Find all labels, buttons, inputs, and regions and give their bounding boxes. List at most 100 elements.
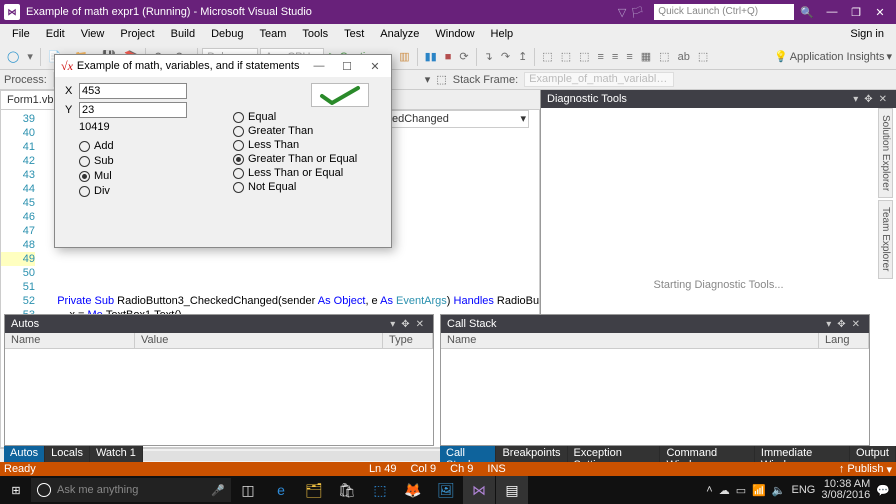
radio-lt[interactable]: Less Than — [233, 139, 357, 151]
solution-explorer-tab[interactable]: Solution Explorer — [878, 108, 893, 198]
team-explorer-tab[interactable]: Team Explorer — [878, 200, 893, 278]
tray-cloud-icon[interactable]: ☁ — [719, 484, 730, 497]
form-titlebar[interactable]: √x Example of math, variables, and if st… — [55, 55, 391, 77]
radio-gt[interactable]: Greater Than — [233, 125, 357, 137]
form-maximize-button[interactable]: ☐ — [333, 60, 361, 73]
menu-project[interactable]: Project — [112, 26, 162, 42]
title-flag-icon[interactable]: ▽ — [618, 6, 626, 19]
menu-build[interactable]: Build — [163, 26, 203, 42]
stackframe-combo[interactable]: Example_of_math_variables_and_if_statem — [524, 72, 674, 87]
sign-in-link[interactable]: Sign in — [842, 26, 892, 42]
tool-d[interactable]: ≡ — [595, 50, 607, 64]
notification-icon[interactable]: 🏳 — [630, 6, 644, 19]
menu-tools[interactable]: Tools — [294, 26, 336, 42]
menu-test[interactable]: Test — [336, 26, 372, 42]
minimize-button[interactable]: — — [820, 6, 844, 18]
radio-neq[interactable]: Not Equal — [233, 181, 357, 193]
callstack-pin-icon[interactable]: ✥ — [834, 319, 848, 330]
menu-edit[interactable]: Edit — [38, 26, 73, 42]
radio-equal[interactable]: Equal — [233, 111, 357, 123]
tray-clock[interactable]: 10:38 AM 3/08/2016 — [821, 479, 870, 501]
autos-col-type[interactable]: Type — [383, 333, 433, 348]
start-button[interactable]: ⊞ — [2, 476, 30, 504]
tab-immediate-window[interactable]: Immediate Window — [755, 446, 850, 462]
tool-b[interactable]: ⬚ — [558, 49, 574, 64]
tray-wifi-icon[interactable]: 📶 — [752, 484, 766, 497]
tool-e[interactable]: ≡ — [609, 50, 621, 64]
vs-taskbar-icon[interactable]: ⋈ — [463, 476, 495, 504]
tray-lang[interactable]: ENG — [792, 484, 816, 496]
pause-button[interactable]: ▮▮ — [422, 49, 440, 64]
tab-output[interactable]: Output — [850, 446, 896, 462]
autos-pin-icon[interactable]: ✥ — [398, 319, 412, 330]
tray-chevron-icon[interactable]: ˄ — [706, 484, 712, 496]
tab-watch1[interactable]: Watch 1 — [90, 446, 143, 462]
store-icon[interactable]: 🛍 — [331, 476, 363, 504]
menu-view[interactable]: View — [73, 26, 113, 42]
diag-pin-icon[interactable]: ✥ — [861, 94, 875, 105]
nav-forward-button[interactable]: ▾ — [24, 49, 36, 64]
form-minimize-button[interactable]: — — [305, 60, 333, 72]
close-button[interactable]: ✕ — [868, 6, 892, 19]
tool-i[interactable]: ab — [675, 50, 693, 64]
tool-j[interactable]: ⬚ — [695, 49, 711, 64]
menu-analyze[interactable]: Analyze — [372, 26, 427, 42]
menu-window[interactable]: Window — [427, 26, 482, 42]
step-config-button[interactable]: ▥ — [396, 49, 412, 64]
tool-a[interactable]: ⬚ — [539, 49, 555, 64]
edge-icon[interactable]: e — [265, 476, 297, 504]
application-insights-button[interactable]: 💡 Application Insights ▾ — [774, 50, 892, 63]
form-close-button[interactable]: ✕ — [361, 60, 389, 73]
tool-g[interactable]: ▦ — [638, 49, 654, 64]
tab-locals[interactable]: Locals — [45, 446, 90, 462]
action-center-icon[interactable]: 💬 — [876, 484, 890, 497]
nav-back-button[interactable]: ◯ — [4, 49, 22, 64]
diag-dropdown-icon[interactable]: ▾ — [850, 94, 861, 105]
menu-help[interactable]: Help — [483, 26, 522, 42]
callstack-close-icon[interactable]: ✕ — [849, 319, 863, 330]
stop-button[interactable]: ■ — [442, 50, 455, 64]
tool-f[interactable]: ≡ — [623, 50, 635, 64]
tool-c[interactable]: ⬚ — [576, 49, 592, 64]
menu-debug[interactable]: Debug — [203, 26, 251, 42]
member-dropdown[interactable]: edChanged ▾ — [389, 110, 529, 128]
task-view-icon[interactable]: ◫ — [232, 476, 264, 504]
autos-close-icon[interactable]: ✕ — [413, 319, 427, 330]
menu-file[interactable]: File — [4, 26, 38, 42]
tray-volume-icon[interactable]: 🔈 — [772, 484, 786, 497]
radio-add[interactable]: Add — [79, 140, 187, 152]
explorer-icon[interactable]: 🗂 — [298, 476, 330, 504]
step-out-button[interactable]: ↥ — [515, 49, 530, 64]
tab-breakpoints[interactable]: Breakpoints — [496, 446, 567, 462]
mic-icon[interactable]: 🎤 — [211, 484, 225, 497]
x-input[interactable] — [79, 83, 187, 99]
radio-mul[interactable]: Mul — [79, 170, 187, 182]
tab-callstack[interactable]: Call Stack — [440, 446, 496, 462]
y-input[interactable] — [79, 102, 187, 118]
publish-button[interactable]: ↑ Publish ▾ — [839, 463, 892, 476]
callstack-dropdown-icon[interactable]: ▾ — [823, 319, 834, 330]
form-running-icon[interactable]: ▤ — [496, 476, 528, 504]
autos-col-name[interactable]: Name — [5, 333, 135, 348]
tab-exception-settings[interactable]: Exception Settings — [568, 446, 661, 462]
restart-button[interactable]: ⟳ — [456, 49, 471, 64]
cortana-search[interactable]: Ask me anything 🎤 — [31, 478, 231, 502]
dropbox-icon[interactable]: ⬚ — [364, 476, 396, 504]
radio-sub[interactable]: Sub — [79, 155, 187, 167]
restore-button[interactable]: ❐ — [844, 6, 868, 19]
callstack-col-name[interactable]: Name — [441, 333, 819, 348]
menu-team[interactable]: Team — [252, 26, 295, 42]
thread-icon[interactable]: ▾ — [425, 73, 431, 86]
callstack-col-lang[interactable]: Lang — [819, 333, 869, 348]
photos-icon[interactable]: 🖼 — [430, 476, 462, 504]
tab-command-window[interactable]: Command Window — [660, 446, 754, 462]
diag-close-icon[interactable]: ✕ — [876, 94, 890, 105]
quick-launch-search-icon[interactable]: 🔍 — [800, 6, 814, 19]
tool-h[interactable]: ⬚ — [656, 49, 672, 64]
tray-battery-icon[interactable]: ▭ — [736, 484, 746, 497]
quick-launch-input[interactable]: Quick Launch (Ctrl+Q) — [654, 4, 794, 20]
autos-col-value[interactable]: Value — [135, 333, 383, 348]
autos-dropdown-icon[interactable]: ▾ — [387, 319, 398, 330]
radio-gte[interactable]: Greater Than or Equal — [233, 153, 357, 165]
tab-autos[interactable]: Autos — [4, 446, 45, 462]
